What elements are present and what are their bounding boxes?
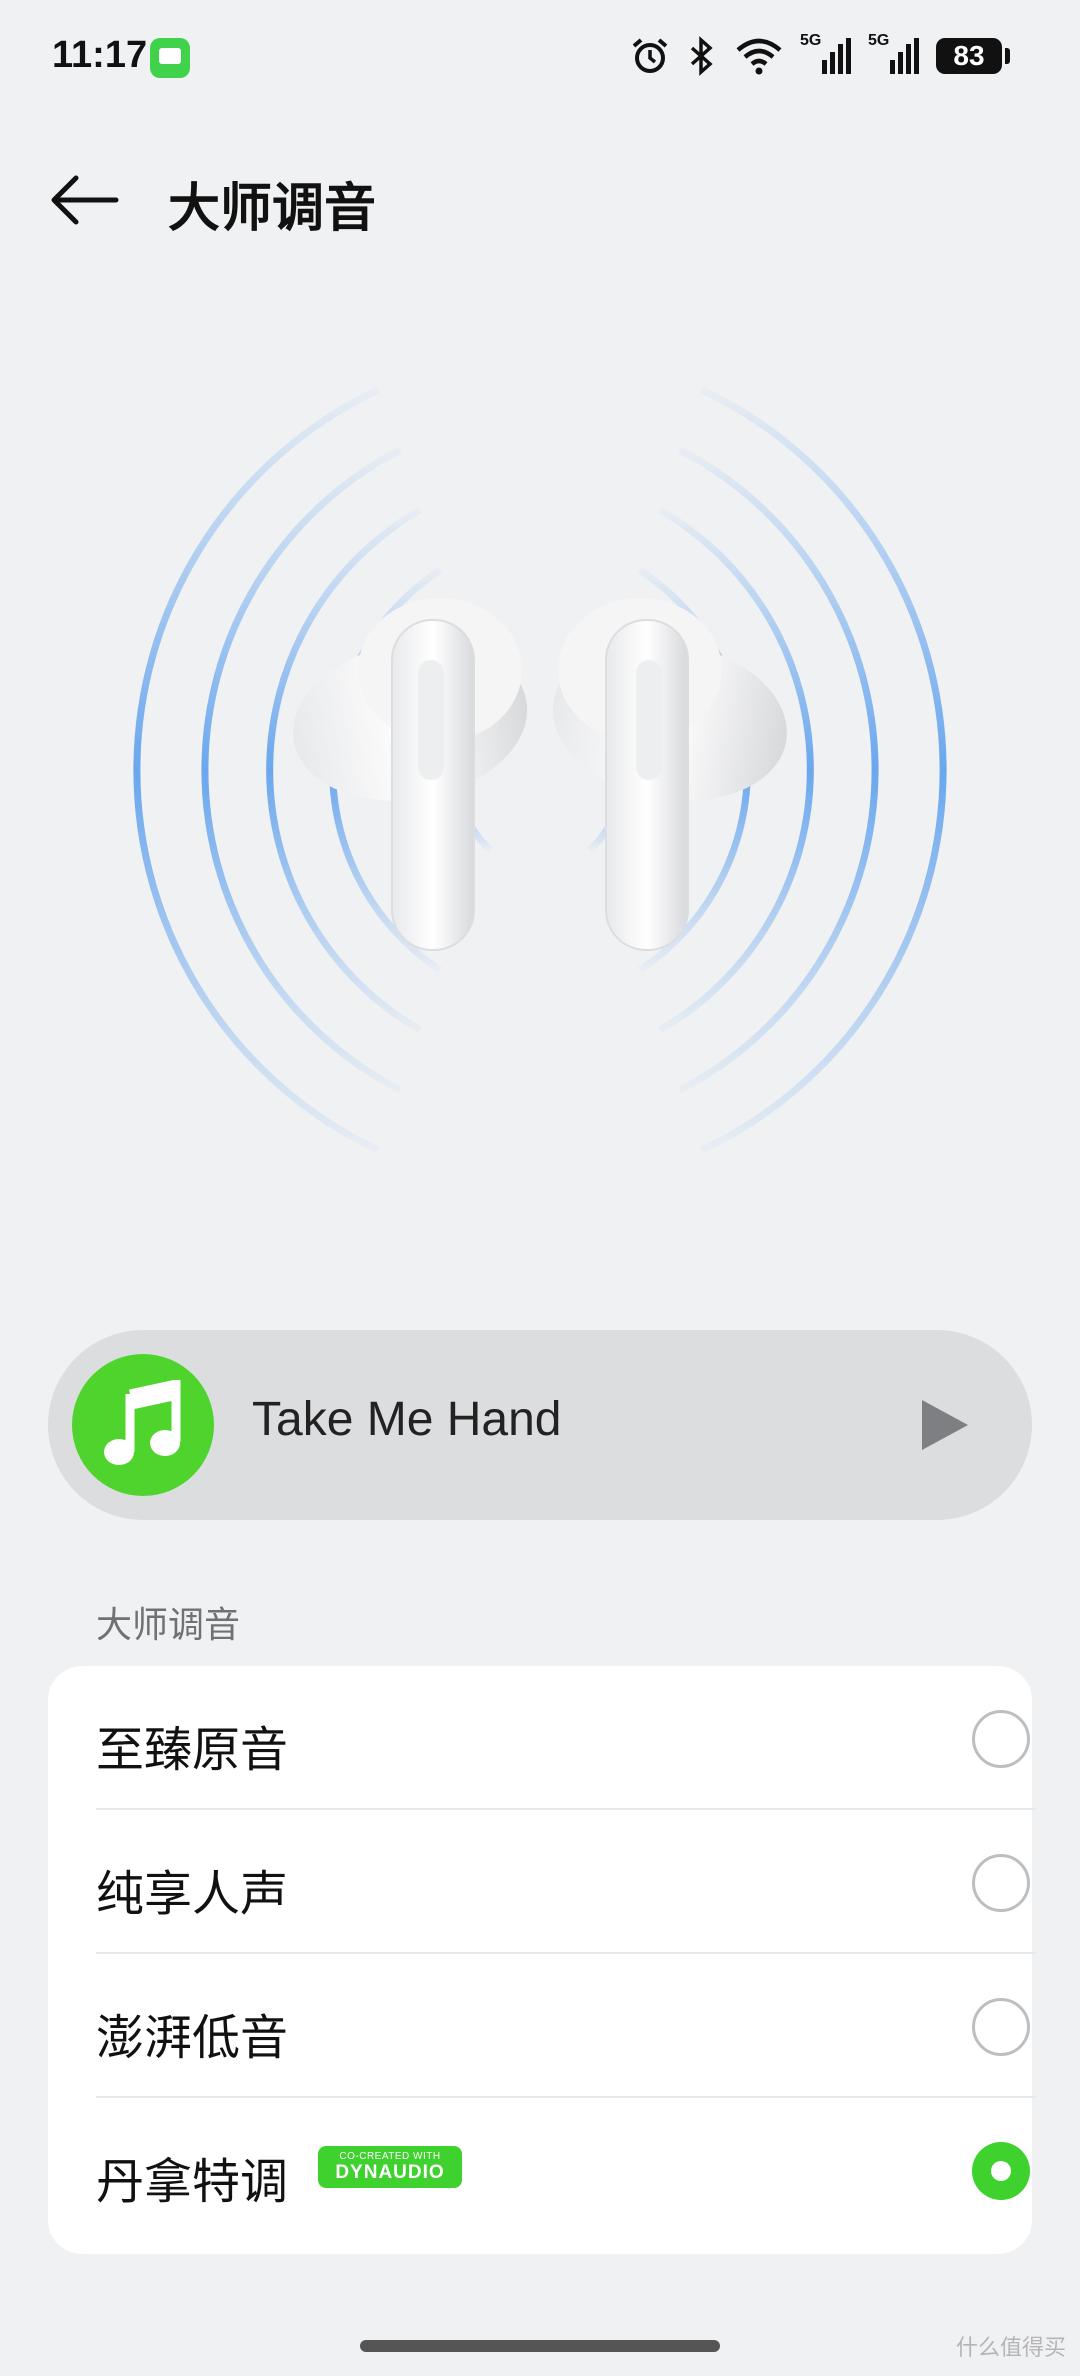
option-radio[interactable]	[972, 1998, 1030, 2056]
music-note-icon	[104, 1380, 181, 1465]
album-art	[72, 1354, 214, 1496]
play-icon[interactable]	[914, 1394, 974, 1456]
song-title: Take Me Hand	[252, 1393, 562, 1446]
badge-brand-text: DYNAUDIO	[335, 2162, 445, 2183]
cellular-signal-icon: 5G	[800, 32, 852, 76]
option-label: 丹拿特调	[96, 2154, 289, 2210]
watermark: 什么值得买	[955, 2336, 1066, 2361]
bluetooth-icon	[690, 36, 713, 76]
alarm-icon	[632, 38, 668, 73]
tuning-options-list: 至臻原音 纯享人声 澎湃低音 丹拿特调 CO-CREATED WITH DYNA…	[48, 1666, 1036, 2254]
option-label: 纯享人声	[96, 1866, 289, 1922]
option-row-3[interactable]: 澎湃低音	[96, 1954, 1036, 2098]
option-row-4[interactable]: 丹拿特调 CO-CREATED WITH DYNAUDIO	[96, 2098, 1036, 2242]
status-time: 11:17	[52, 34, 148, 76]
earbuds-illustration	[133, 386, 947, 1154]
option-radio-selected[interactable]	[972, 2142, 1030, 2200]
home-indicator[interactable]	[360, 2340, 720, 2352]
option-row-1[interactable]: 至臻原音	[96, 1666, 1036, 1810]
app-header: 大师调音	[0, 150, 1080, 250]
right-earbud	[552, 598, 787, 951]
left-earbud	[293, 598, 528, 951]
dynaudio-badge: CO-CREATED WITH DYNAUDIO	[318, 2146, 462, 2188]
option-label: 至臻原音	[96, 1722, 289, 1778]
option-label: 澎湃低音	[96, 2010, 289, 2066]
status-bar: 11:17 5G 5G 83	[0, 0, 1080, 120]
battery-indicator: 83	[936, 38, 1010, 74]
section-label: 大师调音	[96, 1605, 241, 1646]
badge-top-text: CO-CREATED WITH	[339, 2151, 441, 2162]
back-arrow-icon[interactable]	[46, 168, 120, 232]
option-radio[interactable]	[972, 1854, 1030, 1912]
music-player[interactable]: Take Me Hand	[48, 1330, 1032, 1520]
message-notification-icon	[150, 38, 190, 78]
status-icons: 5G 5G 83	[630, 32, 1010, 76]
cellular-signal-icon-2: 5G	[868, 32, 920, 76]
page-title: 大师调音	[168, 179, 377, 239]
option-radio[interactable]	[972, 1710, 1030, 1768]
wifi-icon	[736, 38, 782, 75]
option-row-2[interactable]: 纯享人声	[96, 1810, 1036, 1954]
